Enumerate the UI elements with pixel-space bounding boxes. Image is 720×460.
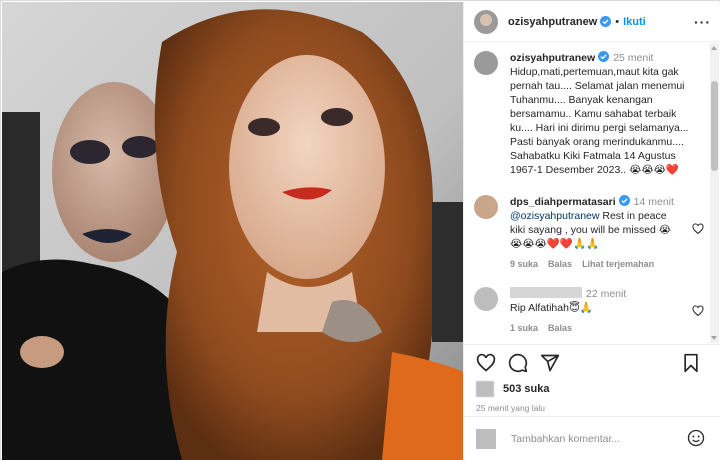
comment-likes[interactable]: 9 suka [510,259,538,269]
emoji-icon[interactable] [687,429,705,447]
caption-avatar[interactable] [474,51,498,75]
verified-icon [618,195,630,206]
comments-list[interactable]: ozisyahputranew 25 menit Hidup,mati,perte… [464,43,709,343]
author-username[interactable]: ozisyahputranew [508,16,597,28]
caption-author[interactable]: ozisyahputranew [510,52,595,64]
caption-line: pernah tau.... Selamat jalan menemui [510,80,685,92]
save-bookmark-icon[interactable] [681,353,701,373]
comment-text: kiki sayang , you will be missed 😭 [510,224,672,236]
current-user-avatar [476,428,496,449]
comment-input[interactable]: Tambahkan komentar... [511,433,620,445]
comment-author[interactable]: dps_diahpermatasari [510,196,616,208]
add-comment-bar: Tambahkan komentar... [464,416,720,460]
comment-time: 14 menit [633,196,674,208]
comment-bubble-icon[interactable] [508,353,528,373]
more-options-icon[interactable]: ··· [694,14,711,30]
author-avatar[interactable] [474,9,498,34]
caption-line: bersamamu.. Kamu sahabat terbaik [510,108,677,120]
like-comment-heart-icon[interactable] [692,223,704,235]
comment-likes[interactable]: 1 suka [510,323,538,333]
caption-line: ku.... Hari ini dirimu pergi selamanya..… [510,122,689,134]
blurred-username [510,287,582,298]
comment-time: 22 menit [586,288,627,300]
comment-item: 22 menit Rip Alfatihah😇🙏 1 suka Balas [474,287,704,335]
like-heart-icon[interactable] [476,353,496,373]
scroll-up-arrow-icon[interactable] [711,46,717,50]
post-modal: ozisyahputranew • Ikuti ··· ozisyahputra… [0,0,720,460]
caption-line: Pasti banyak orang merindukanmu.... [510,136,684,148]
caption-line: Hidup,mati,pertemuan,maut kita gak [510,66,679,78]
comment-text: Rip Alfatihah😇🙏 [510,302,593,314]
post-header: ozisyahputranew • Ikuti ··· [464,2,720,42]
comment-mention[interactable]: @ozisyahputranew [510,210,599,222]
comments-scrollbar[interactable] [710,43,719,343]
caption-time: 25 menit [613,52,654,64]
share-paper-plane-icon[interactable] [540,353,560,373]
likes-count[interactable]: 503 suka [503,383,549,395]
like-comment-heart-icon[interactable] [692,305,704,317]
commenter-avatar[interactable] [474,195,498,219]
caption: ozisyahputranew 25 menit Hidup,mati,perte… [474,51,702,177]
comment-item: dps_diahpermatasari 14 menit @ozisyahputr… [474,195,704,271]
header-separator: • [615,15,620,28]
scroll-down-arrow-icon[interactable] [711,336,717,340]
reply-button[interactable]: Balas [548,323,572,333]
scrollbar-thumb[interactable] [711,81,718,171]
see-translation-button[interactable]: Lihat terjemahan [582,259,654,269]
comment-text: 😭😭😭❤️❤️🙏🙏 [510,238,600,250]
verified-icon [600,16,612,27]
post-photo[interactable] [2,2,463,460]
commenter-avatar[interactable] [474,287,498,311]
follow-button[interactable]: Ikuti [623,16,646,28]
caption-line: 1967-1 Desember 2023.. 😭😭😭❤️ [510,164,679,176]
post-actions: 503 suka 25 menit yang lalu [464,344,720,413]
reply-button[interactable]: Balas [548,259,572,269]
posted-time: 25 menit yang lalu [476,403,545,413]
caption-line: Tuhanmu.... Banyak kenangan [510,94,653,106]
comment-text: Rest in peace [599,210,667,222]
post-side-panel: ozisyahputranew • Ikuti ··· ozisyahputra… [463,2,720,460]
caption-line: Sahabatku Kiki Fatmala 14 Agustus [510,150,676,162]
photo-image [2,2,463,460]
verified-icon [598,51,610,62]
liker-avatar[interactable] [476,381,494,397]
